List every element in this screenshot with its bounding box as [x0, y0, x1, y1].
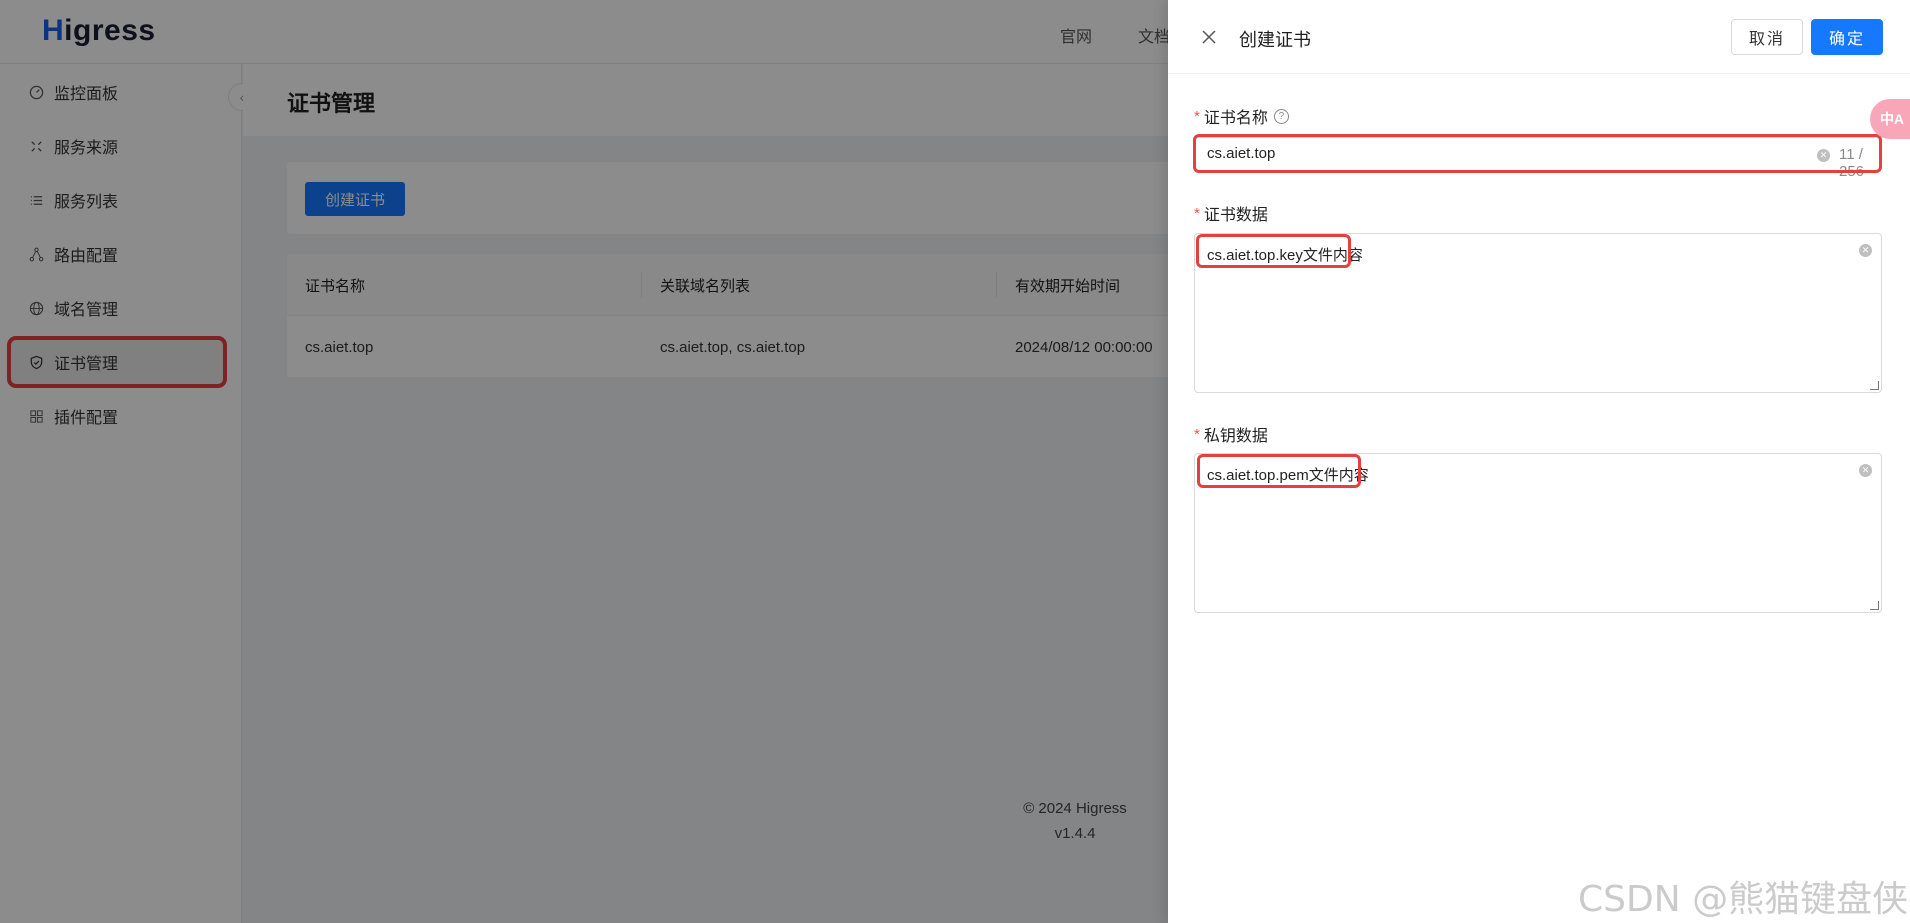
required-marker: * [1194, 204, 1200, 222]
private-key-textarea[interactable]: cs.aiet.top.pem文件内容 ✕ [1194, 453, 1882, 613]
cert-data-label-text: 证书数据 [1203, 207, 1268, 224]
drawer-title: 创建证书 [1239, 30, 1311, 50]
translate-icon[interactable]: 中A [1870, 99, 1910, 139]
cert-data-value: cs.aiet.top.key文件内容 [1207, 247, 1363, 264]
private-key-value: cs.aiet.top.pem文件内容 [1207, 467, 1369, 484]
create-certificate-drawer: 创建证书 取消 确定 * 证书名称 ? cs.aiet.top ✕ 11 / 2… [1168, 0, 1910, 923]
confirm-button[interactable]: 确定 [1811, 19, 1883, 55]
cert-name-label-text: 证书名称 [1203, 110, 1268, 127]
cancel-button[interactable]: 取消 [1731, 19, 1803, 55]
cert-name-input[interactable]: cs.aiet.top ✕ 11 / 256 [1194, 137, 1880, 180]
clear-icon[interactable]: ✕ [1859, 244, 1872, 257]
required-marker: * [1194, 425, 1200, 443]
cert-name-label: * 证书名称 ? [1194, 104, 1289, 128]
clear-icon[interactable]: ✕ [1859, 464, 1872, 477]
clear-icon[interactable]: ✕ [1817, 149, 1830, 162]
resize-handle[interactable] [1870, 601, 1879, 610]
close-icon[interactable] [1198, 26, 1220, 48]
private-key-label-text: 私钥数据 [1203, 428, 1268, 445]
drawer-header: 创建证书 取消 确定 [1168, 0, 1910, 74]
help-icon[interactable]: ? [1273, 108, 1289, 124]
drawer-mask[interactable] [0, 0, 1168, 923]
cert-data-textarea[interactable]: cs.aiet.top.key文件内容 ✕ [1194, 233, 1882, 393]
private-key-label: * 私钥数据 [1194, 422, 1268, 446]
resize-handle[interactable] [1870, 381, 1879, 390]
cert-data-label: * 证书数据 [1194, 201, 1268, 225]
watermark: CSDN @熊猫键盘侠 [1578, 879, 1909, 920]
char-count: 11 / 256 [1839, 146, 1865, 180]
required-marker: * [1194, 107, 1200, 125]
cert-name-value: cs.aiet.top [1207, 145, 1276, 162]
